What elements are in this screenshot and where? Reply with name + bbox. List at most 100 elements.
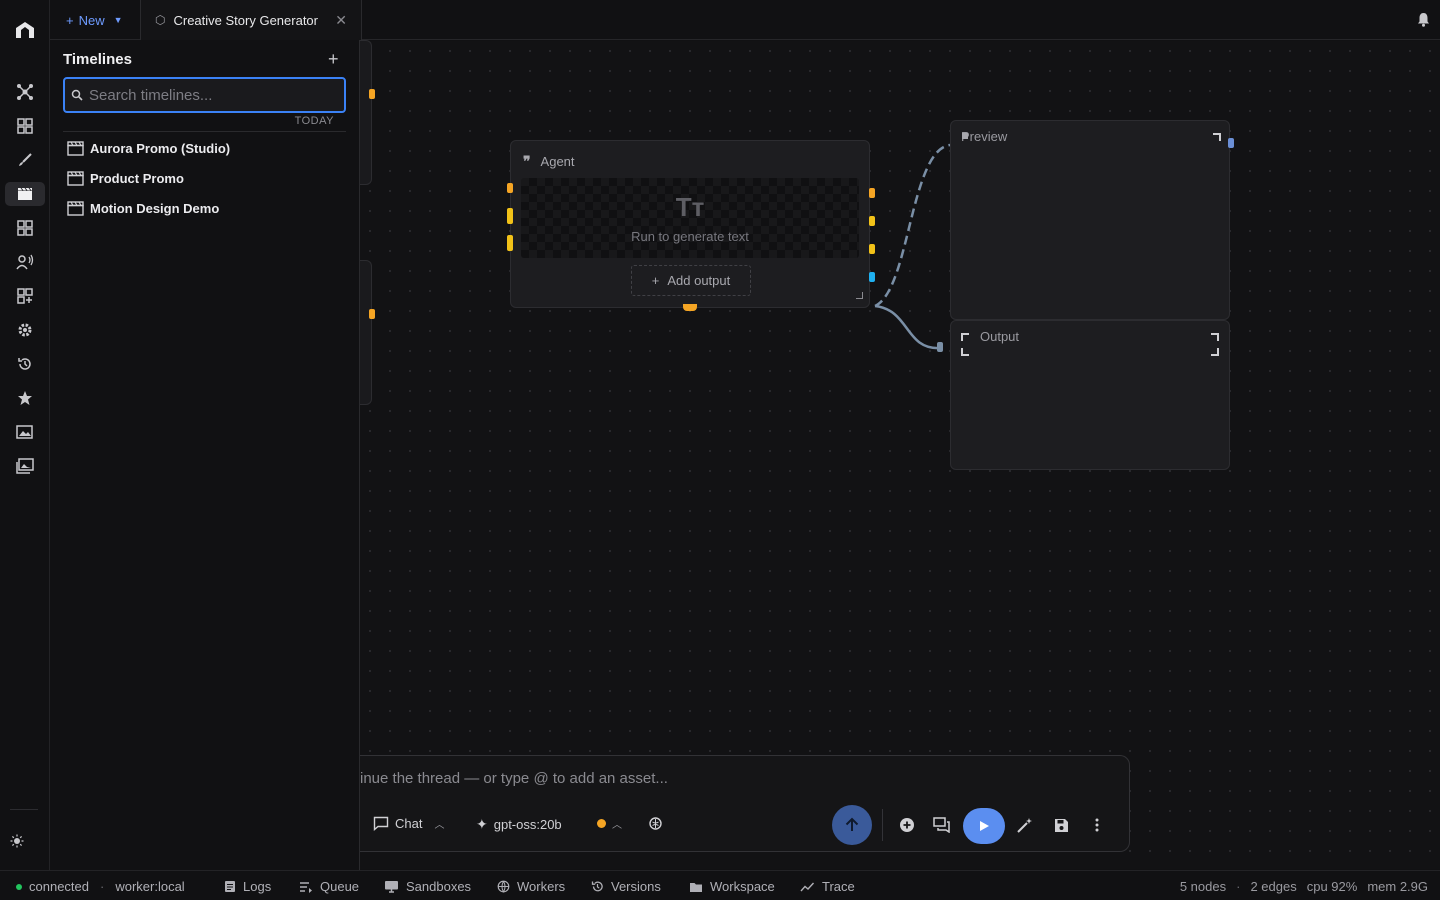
output-node-title: Output	[980, 329, 1020, 344]
agent-input-port[interactable]	[507, 183, 513, 193]
worker-label: worker:local	[115, 879, 185, 894]
timeline-item[interactable]: Product Promo	[67, 166, 184, 190]
conversation-icon[interactable]	[933, 816, 951, 834]
versions-label: Versions	[611, 879, 661, 894]
agent-input-port[interactable]	[507, 235, 513, 251]
logs-link[interactable]: Logs	[224, 879, 271, 894]
model-selector[interactable]: ✦ gpt-oss:20b	[476, 816, 562, 833]
fullscreen-corner-icon[interactable]	[1213, 133, 1221, 141]
agent-output-port[interactable]	[869, 216, 875, 226]
timeline-item[interactable]: Aurora Promo (Studio)	[67, 136, 230, 160]
run-button[interactable]	[963, 808, 1005, 844]
timelines-panel: Timelines + TODAY Aurora Promo (Studio) …	[50, 40, 360, 870]
status-dot-icon	[597, 819, 606, 828]
save-disk-icon[interactable]	[1052, 816, 1070, 834]
connected-dot-icon	[16, 883, 22, 890]
output-input-port[interactable]	[937, 342, 943, 352]
arrow-up-icon	[845, 817, 859, 831]
agent-output-port[interactable]	[869, 188, 875, 198]
logs-icon	[225, 881, 235, 892]
separator-dot: ·	[1236, 879, 1241, 894]
queue-label: Queue	[320, 879, 360, 894]
chat-input[interactable]: inue the thread — or type @ to add an as…	[360, 770, 668, 787]
agent-input-port[interactable]	[507, 208, 513, 224]
agent-node[interactable]: ❞ Agent Tт Run to generate text + Add ou…	[510, 140, 870, 308]
timeline-item-label: Aurora Promo (Studio)	[90, 140, 231, 156]
trace-link[interactable]: Trace	[800, 879, 855, 894]
chat-bubble-icon	[373, 816, 389, 831]
output-node[interactable]: Output	[950, 320, 1230, 470]
queue-icon	[300, 881, 312, 893]
search-timelines-input[interactable]	[89, 86, 329, 104]
resize-handle-icon[interactable]	[856, 292, 863, 299]
add-output-button[interactable]: + Add output	[631, 265, 751, 296]
status-dot-dropdown[interactable]: ︿	[597, 816, 622, 831]
graph-stats: 5 nodes · 2 edges cpu 92% mem 2.9G	[1180, 879, 1428, 894]
versions-link[interactable]: Versions	[591, 879, 661, 894]
quote-icon: ❞	[523, 153, 531, 169]
sandboxes-label: Sandboxes	[406, 879, 472, 894]
model-label: gpt-oss:20b	[493, 817, 562, 832]
edges-count: 2 edges	[1250, 879, 1297, 894]
send-button[interactable]	[832, 805, 872, 845]
search-timelines-field[interactable]	[63, 77, 346, 113]
preview-node[interactable]: Preview	[950, 120, 1230, 320]
agent-output-port[interactable]	[869, 272, 875, 282]
magic-wand-icon[interactable]	[1015, 816, 1033, 834]
plus-icon: +	[651, 273, 660, 288]
add-timeline-button[interactable]: +	[328, 49, 339, 70]
frame-corner-icon	[961, 348, 969, 356]
agent-node-title: Agent	[540, 154, 575, 169]
text-type-icon: Tт	[675, 192, 705, 222]
workers-link[interactable]: Workers	[497, 879, 565, 894]
preview-input-port[interactable]	[962, 133, 968, 139]
mem-usage: mem 2.9G	[1367, 879, 1428, 894]
add-output-label: Add output	[667, 273, 731, 288]
sparkle-icon: ✦	[476, 816, 488, 832]
play-icon	[980, 821, 989, 831]
preview-output-port[interactable]	[1228, 138, 1234, 148]
agent-output-area: Tт Run to generate text	[521, 178, 859, 258]
chat-composer: inue the thread — or type @ to add an as…	[360, 755, 1130, 852]
edge-agent-preview	[874, 143, 951, 308]
clapperboard-icon	[67, 140, 84, 156]
folder-icon	[690, 882, 702, 892]
clapperboard-icon	[67, 170, 84, 186]
workspace-label: Workspace	[710, 879, 775, 894]
trace-label: Trace	[822, 879, 855, 894]
chat-mode-dropdown[interactable]: Chat ︿	[373, 816, 444, 831]
logs-label: Logs	[243, 879, 272, 894]
queue-link[interactable]: Queue	[299, 879, 359, 894]
versions-history-icon	[591, 881, 603, 892]
frame-corner-icon	[961, 333, 969, 341]
search-icon	[71, 89, 83, 101]
group-label-today: TODAY	[63, 115, 346, 132]
workers-label: Workers	[517, 879, 566, 894]
workspace-link[interactable]: Workspace	[689, 879, 775, 894]
toolbar-divider	[882, 809, 883, 841]
chevron-up-icon: ︿	[434, 820, 445, 831]
frame-corner-icon	[1211, 348, 1219, 356]
connection-label: connected	[29, 879, 89, 894]
agent-bottom-port[interactable]	[683, 304, 697, 311]
monitor-icon	[385, 881, 398, 893]
timeline-item[interactable]: Motion Design Demo	[67, 196, 219, 220]
cpu-usage: cpu 92%	[1306, 879, 1358, 894]
brain-icon[interactable]	[648, 816, 663, 831]
chevron-up-icon: ︿	[612, 820, 622, 831]
trace-trend-icon	[800, 882, 815, 891]
workers-globe-icon	[497, 880, 510, 893]
connection-status: connected · worker:local	[16, 879, 185, 894]
frame-corner-icon	[1211, 333, 1219, 341]
edge-agent-output	[874, 304, 941, 350]
more-vertical-icon[interactable]	[1088, 816, 1106, 834]
timeline-item-label: Motion Design Demo	[90, 200, 220, 216]
separator-dot: ·	[100, 879, 105, 894]
panel-title: Timelines	[63, 51, 132, 68]
empty-state-text: Run to generate text	[631, 229, 749, 244]
status-bar: connected · worker:local Logs Queue Sand…	[0, 870, 1440, 900]
agent-output-port[interactable]	[869, 244, 875, 254]
sandboxes-link[interactable]: Sandboxes	[384, 879, 471, 894]
add-circle-icon[interactable]	[898, 816, 916, 834]
nodes-count: 5 nodes	[1179, 879, 1227, 894]
